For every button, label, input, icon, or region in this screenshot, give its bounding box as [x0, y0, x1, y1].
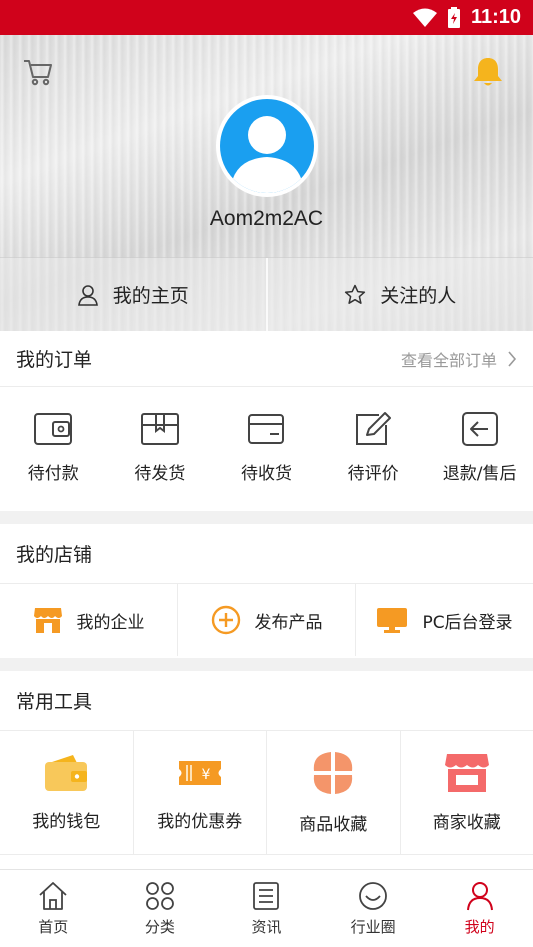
- publish-product-button[interactable]: 发布产品: [177, 584, 355, 656]
- product-favorites-button[interactable]: 商品收藏: [266, 731, 400, 854]
- tab-category-label: 分类: [144, 918, 175, 936]
- tab-category[interactable]: 分类: [107, 870, 214, 947]
- profile-tabs: 我的主页 关注的人: [0, 257, 533, 331]
- my-coupons-button[interactable]: ¥ 我的优惠券: [132, 731, 267, 854]
- my-homepage-label: 我的主页: [112, 285, 189, 307]
- profile-header: Aom2m2AC 我的主页 关注的人: [0, 35, 533, 331]
- tab-mine[interactable]: 我的: [426, 870, 533, 947]
- pending-shipment-button[interactable]: 待发货: [107, 387, 214, 507]
- shop-title: 我的店铺: [16, 544, 93, 566]
- orders-header: 我的订单 查看全部订单: [0, 331, 533, 387]
- person-icon: [77, 284, 98, 306]
- edit-icon: [356, 411, 392, 445]
- tools-title: 常用工具: [16, 691, 93, 713]
- store-icon: [33, 608, 62, 633]
- pending-receipt-button[interactable]: 待收货: [213, 387, 320, 507]
- circle-icon: [359, 882, 387, 910]
- shop-favorites-label: 商家收藏: [432, 813, 501, 833]
- order-status-row: 待付款 待发货 待收货 待评价 退款/售后: [0, 387, 533, 507]
- tools-row: 我的钱包 ¥ 我的优惠券 商品收藏 商家收藏: [0, 731, 533, 855]
- pc-backend-login-button[interactable]: PC后台登录: [355, 584, 533, 656]
- orders-title: 我的订单: [16, 349, 93, 371]
- shop-header: 我的店铺: [0, 524, 533, 584]
- status-bar: 11:10: [0, 0, 533, 35]
- my-wallet-label: 我的钱包: [32, 812, 101, 832]
- avatar-person-icon: [230, 116, 304, 193]
- cart-icon[interactable]: [22, 57, 54, 87]
- user-icon: [466, 882, 493, 911]
- bottom-tab-bar: 首页 分类 资讯 行业圈 我的: [0, 869, 533, 947]
- monitor-icon: [377, 608, 408, 633]
- pending-receipt-label: 待收货: [240, 463, 292, 484]
- avatar[interactable]: [216, 95, 318, 197]
- home-icon: [39, 882, 67, 910]
- bell-icon[interactable]: [471, 55, 505, 89]
- product-favorites-label: 商品收藏: [299, 815, 368, 835]
- refund-aftersale-button[interactable]: 退款/售后: [426, 387, 533, 507]
- publish-product-label: 发布产品: [254, 612, 323, 633]
- star-icon: [345, 284, 366, 304]
- tab-industry-circle[interactable]: 行业圈: [320, 870, 427, 947]
- status-time: 11:10: [470, 6, 521, 28]
- pending-review-label: 待评价: [347, 463, 399, 484]
- tab-industry-circle-label: 行业圈: [350, 918, 396, 936]
- grid-icon: [145, 882, 174, 910]
- box-icon: [140, 412, 179, 445]
- tools-section: 常用工具 我的钱包 ¥ 我的优惠券 商品收藏 商家收藏: [0, 671, 533, 869]
- my-enterprise-button[interactable]: 我的企业: [0, 584, 177, 656]
- tab-home-label: 首页: [38, 918, 69, 936]
- wifi-icon: [412, 8, 437, 27]
- my-coupons-label: 我的优惠券: [157, 812, 243, 832]
- wallet-icon: [34, 412, 73, 445]
- news-icon: [253, 882, 280, 910]
- shop-favorites-button[interactable]: 商家收藏: [399, 731, 533, 854]
- svg-text:¥: ¥: [201, 767, 210, 783]
- my-wallet-button[interactable]: 我的钱包: [0, 731, 133, 854]
- tab-mine-label: 我的: [464, 918, 495, 936]
- following-label: 关注的人: [380, 285, 457, 307]
- shop-section: 我的店铺 我的企业 发布产品 PC后台登录: [0, 524, 533, 658]
- battery-icon: [447, 6, 460, 28]
- return-icon: [461, 411, 498, 446]
- following-button[interactable]: 关注的人: [265, 258, 533, 331]
- pc-backend-login-label: PC后台登录: [422, 612, 513, 633]
- pending-shipment-label: 待发货: [134, 463, 186, 484]
- purse-icon: [45, 755, 88, 791]
- tab-home[interactable]: 首页: [0, 870, 107, 947]
- tab-news-label: 资讯: [251, 918, 282, 936]
- pending-payment-button[interactable]: 待付款: [0, 387, 107, 507]
- pending-payment-label: 待付款: [27, 463, 79, 484]
- refund-aftersale-label: 退款/售后: [442, 463, 517, 484]
- plus-circle-icon: [211, 605, 240, 635]
- card-icon: [248, 413, 285, 444]
- my-homepage-button[interactable]: 我的主页: [0, 258, 266, 331]
- tools-header: 常用工具: [0, 671, 533, 731]
- chevron-right-icon: [508, 350, 517, 367]
- pending-review-button[interactable]: 待评价: [320, 387, 427, 507]
- view-all-orders-label: 查看全部订单: [400, 350, 497, 370]
- my-enterprise-label: 我的企业: [76, 612, 145, 633]
- shop-actions-row: 我的企业 发布产品 PC后台登录: [0, 584, 533, 656]
- username: Aom2m2AC: [209, 207, 324, 230]
- orders-section: 我的订单 查看全部订单 待付款 待发货 待收货 待评价 退款/售后: [0, 331, 533, 511]
- clover-icon: [314, 752, 353, 794]
- tab-news[interactable]: 资讯: [213, 870, 320, 947]
- coupon-icon: ¥: [178, 761, 221, 785]
- view-all-orders-link[interactable]: 查看全部订单: [401, 347, 517, 371]
- shop-icon: [444, 754, 489, 792]
